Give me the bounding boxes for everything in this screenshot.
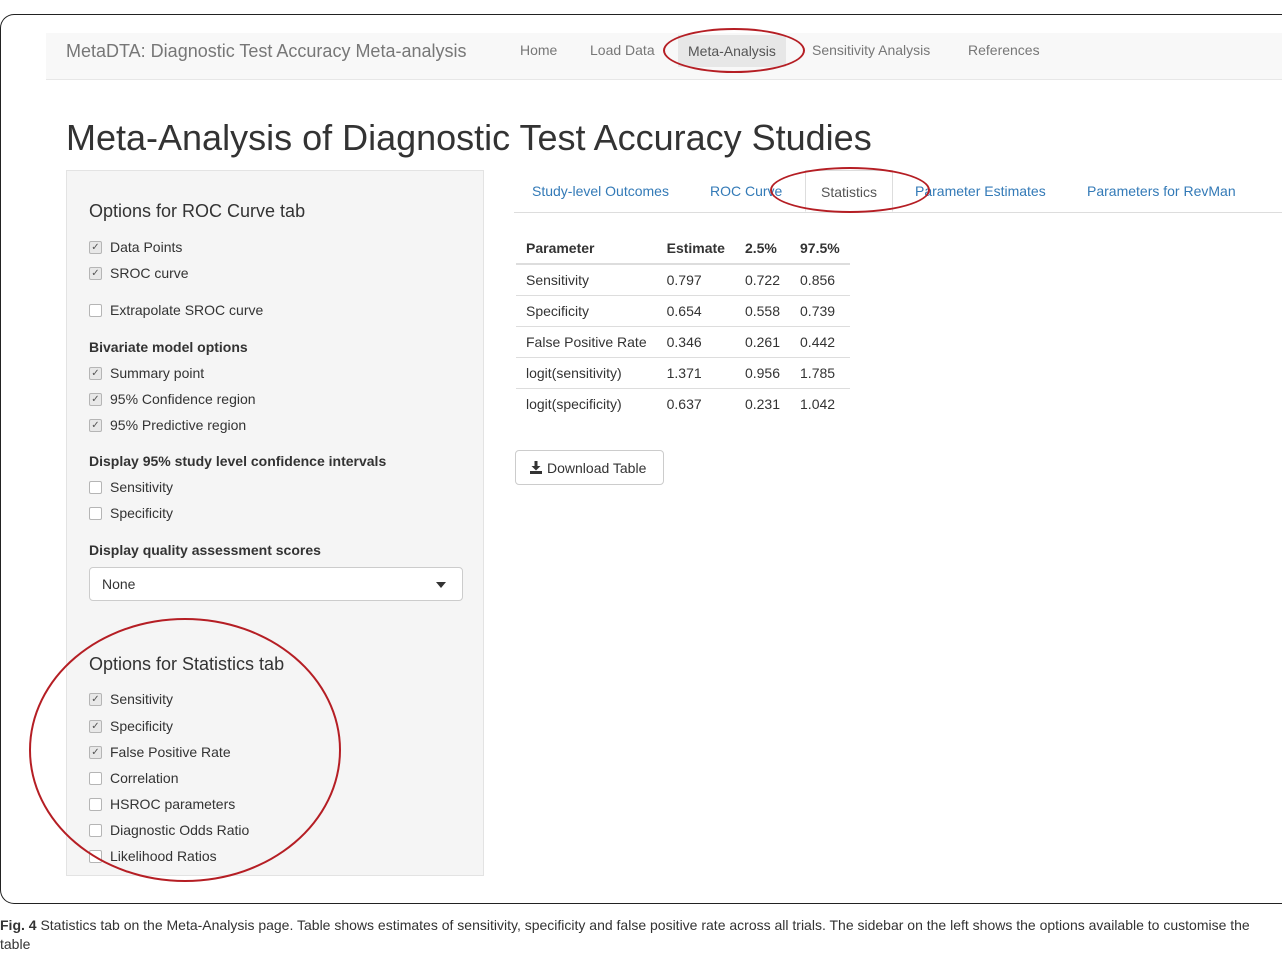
table-row: False Positive Rate 0.346 0.261 0.442	[516, 326, 850, 358]
checkbox-ci-specificity[interactable]: Specificity	[89, 505, 173, 521]
checkbox-box[interactable]: ✓	[89, 692, 102, 706]
checkbox-summary-point[interactable]: ✓ Summary point	[89, 365, 204, 381]
table-cell: logit(sensitivity)	[516, 357, 657, 389]
stats-options-heading: Options for Statistics tab	[89, 654, 285, 674]
nav-load-data[interactable]: Load Data	[590, 42, 655, 58]
checkbox-data-points[interactable]: ✓ Data Points	[89, 239, 182, 255]
table-cell: 0.442	[790, 326, 850, 358]
table-cell: 0.722	[734, 263, 791, 296]
table-cell: 0.231	[734, 388, 791, 419]
checkbox-stats-hsroc[interactable]: HSROC parameters	[89, 796, 235, 812]
bivariate-heading: Bivariate model options	[89, 339, 248, 355]
column-header: 2.5%	[734, 232, 791, 265]
download-table-label: Download Table	[547, 459, 647, 476]
checkbox-stats-fpr[interactable]: ✓ False Positive Rate	[89, 744, 231, 760]
page-title: Meta-Analysis of Diagnostic Test Accurac…	[66, 117, 872, 158]
app-brand[interactable]: MetaDTA: Diagnostic Test Accuracy Meta-a…	[66, 41, 466, 62]
table-cell: 0.558	[734, 295, 791, 327]
checkbox-box[interactable]	[89, 797, 102, 811]
table-row: Specificity 0.654 0.558 0.739	[516, 295, 850, 327]
table-cell: False Positive Rate	[516, 326, 657, 358]
column-header: Parameter	[516, 232, 657, 265]
checkbox-box[interactable]	[89, 849, 102, 863]
checkbox-box[interactable]: ✓	[89, 745, 102, 759]
tab-bar: Study-level Outcomes ROC Curve Statistic…	[514, 170, 1282, 213]
checkbox-stats-lr[interactable]: Likelihood Ratios	[89, 848, 217, 864]
table-cell: 1.371	[656, 357, 735, 389]
table-cell: 1.042	[790, 388, 850, 419]
caption-label: Fig. 4	[0, 917, 37, 933]
checkbox-box[interactable]: ✓	[89, 719, 102, 733]
checkbox-box[interactable]: ✓	[89, 418, 102, 432]
checkbox-box[interactable]	[89, 506, 102, 520]
checkbox-box[interactable]	[89, 480, 102, 494]
tab-roc-curve[interactable]: ROC Curve	[710, 183, 782, 199]
checkbox-box[interactable]	[89, 823, 102, 837]
table-row: logit(specificity) 0.637 0.231 1.042	[516, 388, 850, 419]
table-cell: 0.261	[734, 326, 791, 358]
column-header: Estimate	[656, 232, 735, 265]
ci-heading: Display 95% study level confidence inter…	[89, 453, 387, 469]
checkbox-predictive-region[interactable]: ✓ 95% Predictive region	[89, 417, 246, 433]
checkbox-confidence-region[interactable]: ✓ 95% Confidence region	[89, 391, 256, 407]
column-header: 97.5%	[790, 232, 850, 265]
nav-sensitivity-analysis[interactable]: Sensitivity Analysis	[812, 42, 930, 58]
tab-parameter-estimates[interactable]: Parameter Estimates	[915, 183, 1046, 199]
table-cell: logit(specificity)	[516, 388, 657, 419]
download-table-button[interactable]: Download Table	[515, 450, 664, 485]
tab-parameters-revman[interactable]: Parameters for RevMan	[1087, 183, 1236, 199]
roc-options-heading: Options for ROC Curve tab	[89, 201, 306, 221]
table-cell: 0.797	[656, 263, 735, 296]
checkbox-box[interactable]: ✓	[89, 240, 102, 254]
download-icon	[530, 461, 542, 474]
figure-caption: Fig. 4 Statistics tab on the Meta-Analys…	[0, 916, 1282, 954]
checkbox-box[interactable]	[89, 771, 102, 785]
table-cell: Sensitivity	[516, 263, 657, 296]
nav-meta-analysis[interactable]: Meta-Analysis	[678, 35, 786, 67]
tab-study-level-outcomes[interactable]: Study-level Outcomes	[532, 183, 669, 199]
table-cell: 0.637	[656, 388, 735, 419]
caption-text: Statistics tab on the Meta-Analysis page…	[0, 917, 1250, 952]
caret-down-icon	[436, 582, 446, 588]
nav-home[interactable]: Home	[520, 42, 557, 58]
checkbox-box[interactable]	[89, 303, 102, 317]
table-cell: 0.856	[790, 263, 850, 296]
checkbox-stats-correlation[interactable]: Correlation	[89, 770, 178, 786]
quality-heading: Display quality assessment scores	[89, 542, 321, 558]
table-row: logit(sensitivity) 1.371 0.956 1.785	[516, 357, 850, 389]
checkbox-sroc-curve[interactable]: ✓ SROC curve	[89, 265, 189, 281]
sidebar: Options for ROC Curve tab ✓ Data Points ✓…	[66, 170, 484, 876]
checkbox-ci-sensitivity[interactable]: Sensitivity	[89, 479, 173, 495]
table-row: Sensitivity 0.797 0.722 0.856	[516, 263, 850, 296]
table-cell: 1.785	[790, 357, 850, 389]
table-cell: 0.956	[734, 357, 791, 389]
navbar: MetaDTA: Diagnostic Test Accuracy Meta-a…	[46, 33, 1282, 80]
table-cell: 0.654	[656, 295, 735, 327]
checkbox-stats-specificity[interactable]: ✓ Specificity	[89, 718, 173, 734]
table-cell: 0.346	[656, 326, 735, 358]
checkbox-box[interactable]: ✓	[89, 392, 102, 406]
checkbox-extrapolate-sroc[interactable]: Extrapolate SROC curve	[89, 302, 263, 318]
checkbox-box[interactable]: ✓	[89, 366, 102, 380]
quality-select-value: None	[102, 576, 136, 592]
table-cell: 0.739	[790, 295, 850, 327]
table-cell: Specificity	[516, 295, 657, 327]
table-header-row: Parameter Estimate 2.5% 97.5%	[516, 232, 850, 265]
quality-select[interactable]: None	[89, 567, 463, 601]
checkbox-stats-sensitivity[interactable]: ✓ Sensitivity	[89, 691, 173, 707]
nav-references[interactable]: References	[968, 42, 1040, 58]
checkbox-stats-dor[interactable]: Diagnostic Odds Ratio	[89, 822, 249, 838]
checkbox-box[interactable]: ✓	[89, 266, 102, 280]
statistics-table: Parameter Estimate 2.5% 97.5% Sensitivit…	[516, 232, 850, 419]
tab-statistics[interactable]: Statistics	[805, 170, 894, 212]
